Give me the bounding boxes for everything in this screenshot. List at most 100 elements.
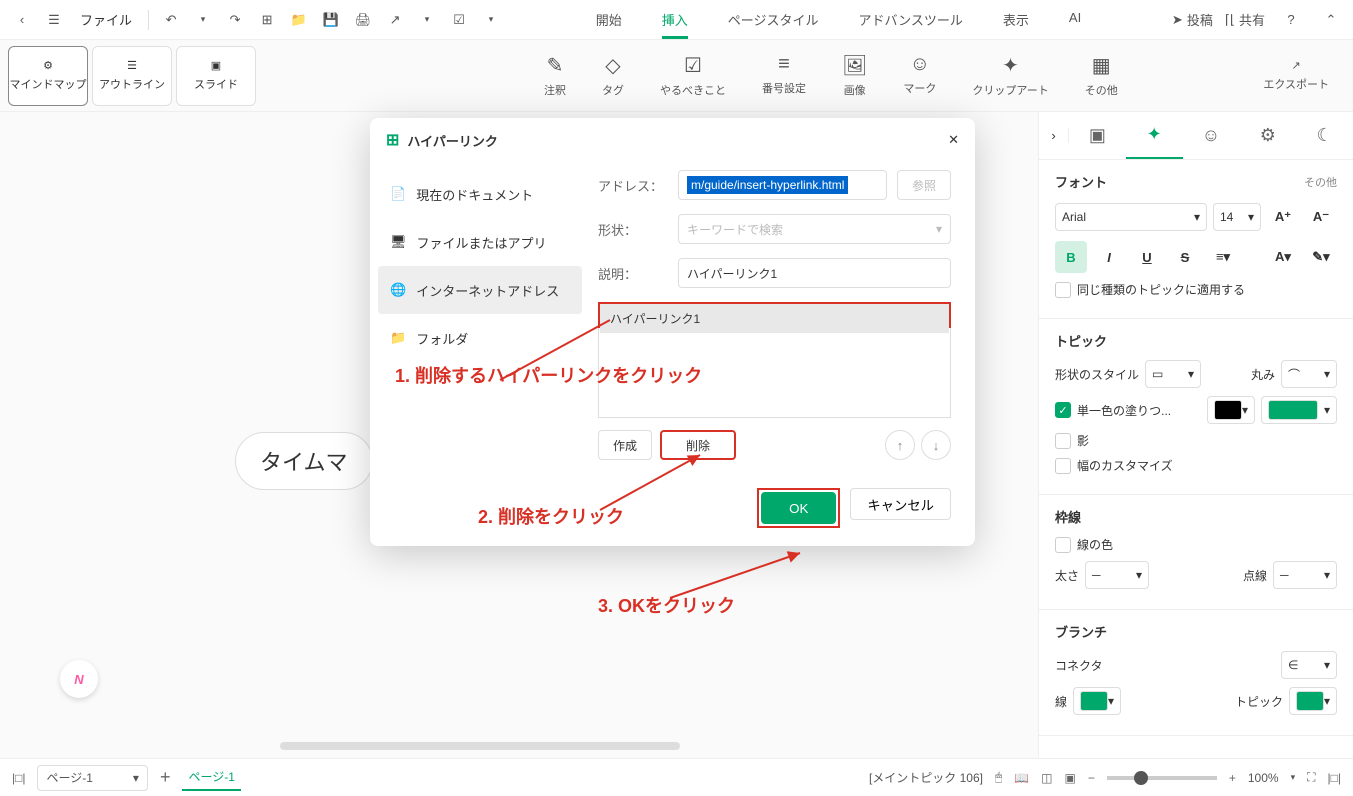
book-icon[interactable]: 📖 [1014, 771, 1029, 785]
sidebar-item-current-doc[interactable]: 📄現在のドキュメント [378, 170, 582, 218]
panel-right-icon[interactable]: |□| [1328, 771, 1341, 785]
branch-topic-color[interactable]: ▾ [1289, 687, 1337, 715]
create-button[interactable]: 作成 [598, 430, 652, 460]
post-button[interactable]: ➤投稿 [1172, 10, 1213, 29]
view-mindmap[interactable]: ⚙マインドマップ [8, 46, 88, 106]
tool-image[interactable]: 🖼画像 [842, 53, 867, 98]
expand-panel-icon[interactable]: › [1039, 128, 1069, 143]
fill-green-swatch[interactable]: ▾ [1261, 396, 1337, 424]
redo-dropdown-icon[interactable]: ▾ [189, 6, 217, 34]
tab-view[interactable]: 表示 [1003, 2, 1029, 37]
view-slide[interactable]: ▣スライド [176, 46, 256, 106]
topic-node[interactable]: タイムマ [235, 432, 373, 490]
page-selector[interactable]: ページ-1▾ [37, 765, 147, 791]
fullscreen-icon[interactable]: ⛶ [1307, 770, 1315, 785]
highlight-button[interactable]: ✎▾ [1305, 241, 1337, 273]
tab-pagestyle[interactable]: ページスタイル [728, 2, 819, 37]
font-decrease[interactable]: A⁻ [1305, 201, 1337, 233]
undo-icon[interactable]: ↶ [157, 6, 185, 34]
collapse-icon[interactable]: ⌃ [1317, 6, 1345, 34]
file-menu[interactable]: ファイル [72, 10, 140, 29]
tab-ai[interactable]: AI [1069, 2, 1081, 37]
side-tab-emoji[interactable]: ☺ [1183, 112, 1240, 159]
tab-advanced[interactable]: アドバンスツール [859, 2, 963, 37]
branch-line-color[interactable]: ▾ [1073, 687, 1121, 715]
ai-fab[interactable]: N [60, 660, 98, 698]
font-size-select[interactable]: 14▾ [1213, 203, 1261, 231]
new-icon[interactable]: ⊞ [253, 6, 281, 34]
page-tab-1[interactable]: ページ-1 [182, 764, 240, 791]
tool-export[interactable]: ↗エクスポート [1263, 59, 1329, 92]
font-increase[interactable]: A⁺ [1267, 201, 1299, 233]
bold-button[interactable]: B [1055, 241, 1087, 273]
two-page-icon[interactable]: ◫ [1041, 771, 1052, 785]
open-icon[interactable]: 📁 [285, 6, 313, 34]
tool-mark[interactable]: ☺マーク [903, 53, 936, 98]
zoom-out-icon[interactable]: − [1088, 771, 1095, 785]
address-input[interactable]: m/guide/insert-hyperlink.html [678, 170, 887, 200]
export-icon[interactable]: ↗ [381, 6, 409, 34]
tab-start[interactable]: 開始 [596, 2, 622, 37]
strike-button[interactable]: S [1169, 241, 1201, 273]
ok-button[interactable]: OK [761, 492, 836, 524]
round-select[interactable]: ⌒▾ [1281, 360, 1337, 388]
share-icon[interactable]: ☑ [445, 6, 473, 34]
tab-insert[interactable]: 挿入 [662, 2, 688, 37]
font-color-button[interactable]: A▾ [1267, 241, 1299, 273]
width-checkbox[interactable] [1055, 458, 1071, 474]
tool-numbering[interactable]: ≡番号設定 [762, 53, 806, 98]
sidebar-item-internet[interactable]: 🌐インターネットアドレス [378, 266, 582, 314]
browse-button[interactable]: 参照 [897, 170, 951, 200]
delete-button[interactable]: 削除 [660, 430, 736, 460]
font-family-select[interactable]: Arial▾ [1055, 203, 1207, 231]
tool-other[interactable]: ▦その他 [1085, 53, 1118, 98]
shape-input[interactable]: キーワードで検索▾ [678, 214, 951, 244]
zoom-dropdown-icon[interactable]: ▾ [1291, 772, 1296, 783]
fill-checkbox[interactable]: ✓ [1055, 402, 1071, 418]
apply-same-checkbox[interactable] [1055, 282, 1071, 298]
italic-button[interactable]: I [1093, 241, 1125, 273]
side-tab-settings[interactable]: ⚙ [1239, 112, 1296, 159]
horizontal-scrollbar[interactable] [280, 742, 680, 750]
save-icon[interactable]: 💾 [317, 6, 345, 34]
d2-icon[interactable]: ▾ [477, 6, 505, 34]
side-tab-style[interactable]: ▣ [1069, 112, 1126, 159]
share-button[interactable]: ⌈⌊共有 [1225, 10, 1265, 29]
tool-comment[interactable]: ✎注釈 [544, 53, 566, 98]
mouse-icon[interactable]: 🖱 [995, 770, 1002, 785]
menu-icon[interactable]: ☰ [40, 6, 68, 34]
tool-todo[interactable]: ☑やるべきこと [660, 53, 726, 98]
help-icon[interactable]: ? [1277, 6, 1305, 34]
dotted-select[interactable]: ─▾ [1273, 561, 1337, 589]
shadow-checkbox[interactable] [1055, 433, 1071, 449]
side-tab-moon[interactable]: ☾ [1296, 112, 1353, 159]
up-button[interactable]: ↑ [885, 430, 915, 460]
zoom-in-icon[interactable]: + [1229, 771, 1236, 785]
down-button[interactable]: ↓ [921, 430, 951, 460]
cancel-button[interactable]: キャンセル [850, 488, 951, 520]
back-icon[interactable]: ‹ [8, 6, 36, 34]
tool-tag[interactable]: ◇タグ [602, 53, 624, 98]
zoom-slider[interactable] [1107, 776, 1217, 780]
line-color-checkbox[interactable] [1055, 537, 1071, 553]
add-page-icon[interactable]: + [160, 767, 171, 788]
print-icon[interactable]: 🖨 [349, 6, 377, 34]
hyperlink-list[interactable]: ハイパーリンク1 [598, 302, 951, 328]
view-outline[interactable]: ☰アウトライン [92, 46, 172, 106]
font-more[interactable]: その他 [1304, 174, 1337, 190]
fit-icon[interactable]: ▣ [1065, 771, 1076, 785]
thickness-select[interactable]: ─▾ [1085, 561, 1149, 589]
underline-button[interactable]: U [1131, 241, 1163, 273]
desc-input[interactable]: ハイパーリンク1 [678, 258, 951, 288]
d1-icon[interactable]: ▾ [413, 6, 441, 34]
close-icon[interactable]: ✕ [948, 132, 959, 148]
sidebar-item-file-app[interactable]: 🖥ファイルまたはアプリ [378, 218, 582, 266]
align-button[interactable]: ≡▾ [1207, 241, 1239, 273]
shape-select[interactable]: ▭▾ [1145, 360, 1201, 388]
panel-left-icon[interactable]: |□| [12, 771, 25, 785]
fill-black-swatch[interactable]: ▾ [1207, 396, 1255, 424]
redo-icon[interactable]: ↷ [221, 6, 249, 34]
side-tab-ai[interactable]: ✦ [1126, 112, 1183, 159]
connector-select[interactable]: ∈▾ [1281, 651, 1337, 679]
tool-clipart[interactable]: ✦クリップアート [972, 53, 1048, 98]
